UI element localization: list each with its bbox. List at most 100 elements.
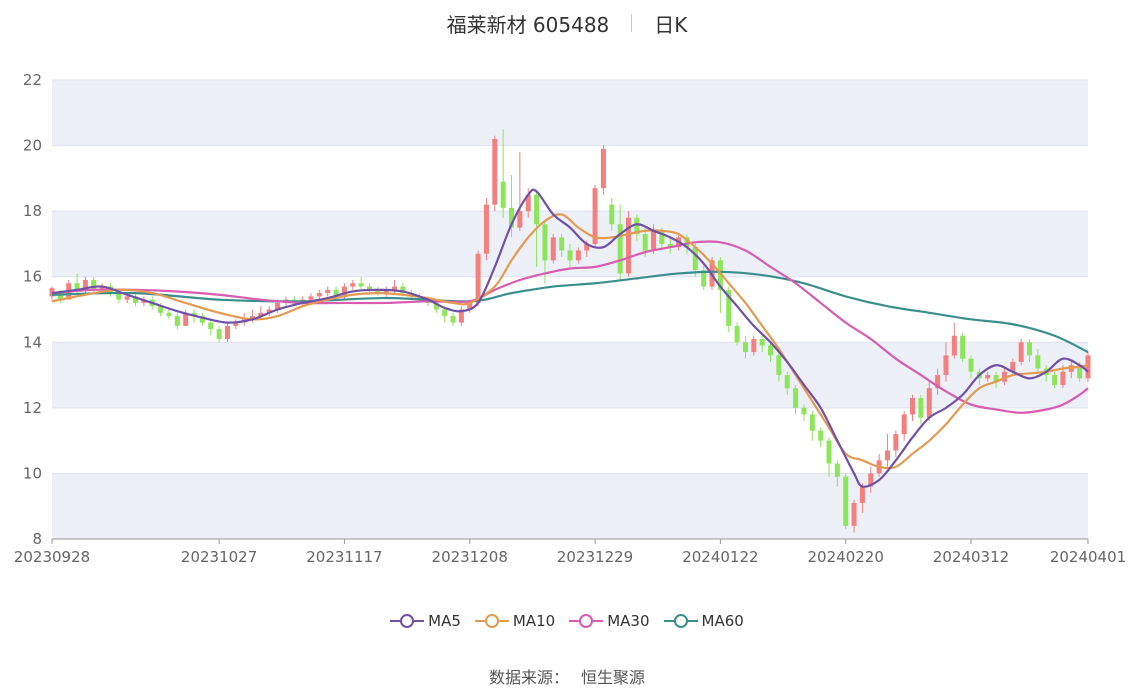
x-tick-label: 20231208 <box>432 548 508 566</box>
legend-marker-ma30 <box>569 614 604 628</box>
x-tick-label: 20230928 <box>14 548 90 566</box>
candle-body <box>742 342 748 353</box>
y-tick-label: 20 <box>23 137 42 155</box>
candle-body <box>450 316 456 323</box>
candle-body <box>801 407 807 415</box>
x-axis: 20230928 20231027 20231117 20231208 20231229… <box>14 538 1126 566</box>
x-tick-label: 20231229 <box>557 548 633 566</box>
candle-body <box>567 250 573 261</box>
source-name: 恒生聚源 <box>581 668 646 687</box>
candle-body <box>358 283 364 287</box>
y-tick-label: 18 <box>23 202 42 220</box>
candle-body <box>884 450 890 461</box>
candle-body <box>768 345 774 356</box>
y-tick-label: 8 <box>32 530 42 548</box>
candle-body <box>893 434 899 451</box>
grid-band <box>52 473 1088 539</box>
candle-body <box>534 194 540 225</box>
legend-item-ma10[interactable]: MA10 <box>474 612 556 630</box>
candle-body <box>1085 355 1091 379</box>
y-tick-label: 12 <box>23 399 42 417</box>
y-tick-label: 14 <box>23 333 42 351</box>
series-line-ma60 <box>51 270 1089 354</box>
candle-body <box>918 398 924 418</box>
candle-body <box>784 375 790 389</box>
candle-body <box>818 430 824 441</box>
candle-body <box>216 329 222 340</box>
candle-body <box>609 204 615 225</box>
candle-body <box>1035 355 1041 369</box>
x-tick-label: 20240220 <box>808 548 884 566</box>
y-tick-label: 16 <box>23 268 42 286</box>
candle-body <box>826 440 832 464</box>
candle-body <box>224 325 230 340</box>
candle-body <box>542 224 548 261</box>
candle-body <box>951 335 957 356</box>
candle-body <box>492 139 498 205</box>
candle-body <box>316 293 322 297</box>
candle-body <box>208 322 214 330</box>
candle-body <box>483 204 489 254</box>
legend: MA5 MA10 MA30 MA60 <box>0 612 1134 630</box>
y-tick-label: 10 <box>23 464 42 482</box>
x-tick-label: 20231027 <box>181 548 257 566</box>
x-tick-label: 20240312 <box>933 548 1009 566</box>
candle-body <box>559 237 565 251</box>
candle-body <box>442 309 448 317</box>
candle-body <box>308 296 314 300</box>
candle-body <box>642 234 648 251</box>
candle-body <box>475 253 481 303</box>
candle-body <box>575 250 581 261</box>
x-tick-label: 20240122 <box>682 548 758 566</box>
candle-body <box>926 388 932 418</box>
candle-body <box>600 148 606 189</box>
candle-body <box>692 247 698 271</box>
candle-body <box>1018 342 1024 362</box>
y-tick-label: 22 <box>23 71 42 89</box>
data-source: 数据来源： 恒生聚源 <box>0 664 1134 688</box>
candle-body <box>910 398 916 415</box>
legend-item-ma60[interactable]: MA60 <box>663 612 744 630</box>
candle-body <box>960 335 966 359</box>
legend-label-ma60: MA60 <box>701 612 744 630</box>
source-label: 数据来源： <box>488 668 569 687</box>
grid-band <box>52 80 1088 146</box>
candle-body <box>734 325 740 343</box>
candle-body <box>943 355 949 376</box>
candle-body <box>776 355 782 376</box>
candle-body <box>350 283 356 287</box>
candle-body <box>851 502 857 526</box>
legend-marker-ma5 <box>390 614 425 628</box>
candle-body <box>1060 371 1066 385</box>
candle-body <box>550 237 556 261</box>
candlestick-chart: 8 10 12 14 16 18 20 22 20230928 20231027 20231117… <box>14 71 1126 566</box>
candle-body <box>809 414 815 431</box>
candle-body <box>500 181 506 208</box>
legend-item-ma30[interactable]: MA30 <box>569 612 650 630</box>
candle-body <box>116 293 122 300</box>
candle-body <box>1027 342 1033 356</box>
grid-band <box>52 342 1088 408</box>
candle-body <box>759 339 765 346</box>
legend-label-ma5: MA5 <box>428 612 461 630</box>
legend-item-ma5[interactable]: MA5 <box>390 612 461 630</box>
legend-label-ma10: MA10 <box>512 612 556 630</box>
candle-body <box>793 388 799 408</box>
candle-body <box>901 414 907 435</box>
candle-body <box>843 476 849 526</box>
candles <box>49 129 1091 533</box>
x-tick-label: 20231117 <box>306 548 382 566</box>
candle-body <box>751 339 757 353</box>
candle-body <box>834 463 840 477</box>
legend-marker-ma10 <box>474 614 509 628</box>
candle-body <box>325 289 331 294</box>
candle-body <box>124 296 130 300</box>
candle-body <box>985 375 991 379</box>
x-tick-label: 20240401 <box>1050 548 1126 566</box>
candle-body <box>517 211 523 228</box>
legend-marker-ma60 <box>663 614 698 628</box>
candle-body <box>174 316 180 326</box>
candle-body <box>651 230 657 251</box>
y-axis: 8 10 12 14 16 18 20 22 <box>23 71 42 548</box>
candle-body <box>166 312 172 317</box>
